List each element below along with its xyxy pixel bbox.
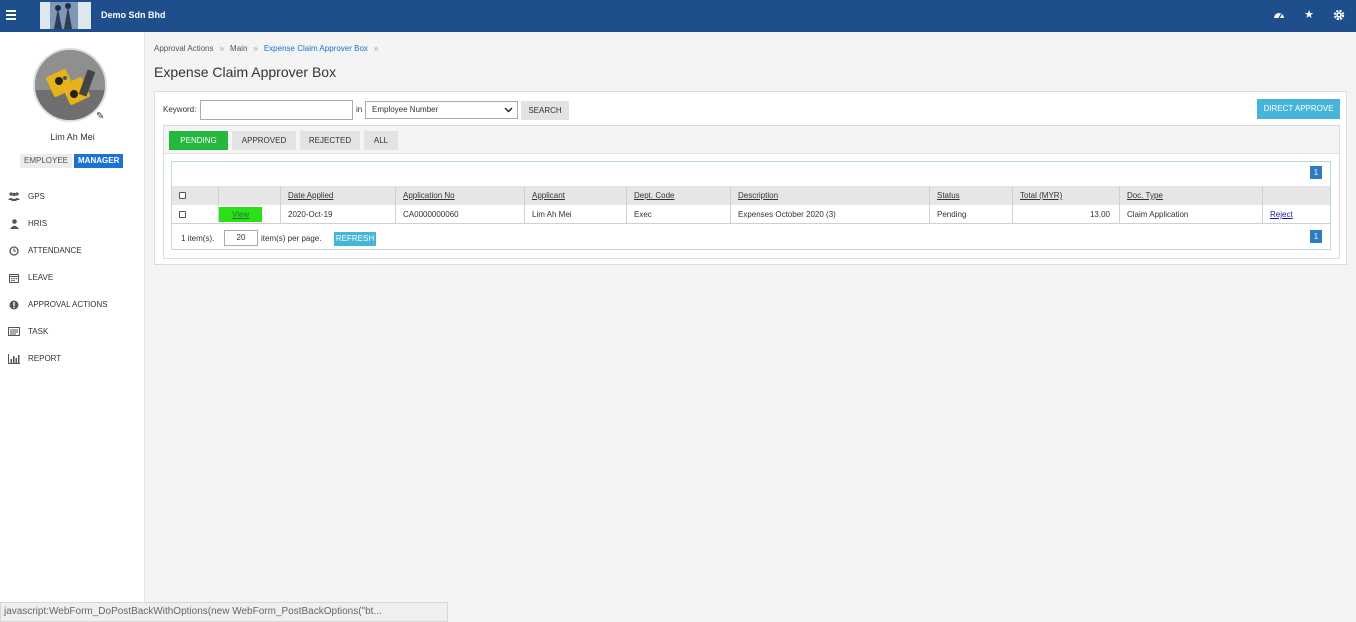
tab-rejected[interactable]: REJECTED xyxy=(300,131,360,150)
reject-cell: Reject xyxy=(1262,205,1330,224)
breadcrumb-item[interactable]: Approval Actions xyxy=(154,44,214,53)
breadcrumb-separator: » xyxy=(219,44,225,53)
edit-profile-icon[interactable]: ✎ xyxy=(96,111,104,122)
role-employee-button[interactable]: EMPLOYEE xyxy=(20,154,73,168)
direct-approve-button[interactable]: DIRECT APPROVE xyxy=(1257,99,1340,119)
claims-grid: 1 Date Applied Application No Applicant … xyxy=(171,161,1331,250)
refresh-button[interactable]: REFRESH xyxy=(334,232,376,246)
sidebar-item-hris[interactable]: HRIS xyxy=(0,210,145,237)
view-header xyxy=(218,186,280,205)
tab-approved[interactable]: APPROVED xyxy=(232,131,296,150)
sidebar-item-leave[interactable]: LEAVE xyxy=(0,264,145,291)
search-field-select[interactable]: Employee Number xyxy=(365,101,518,119)
row-select-cell xyxy=(172,205,218,224)
column-doc-type[interactable]: Doc. Type xyxy=(1119,186,1262,205)
cell-total: 13.00 xyxy=(1012,205,1119,224)
table-header-row: Date Applied Application No Applicant De… xyxy=(172,186,1330,205)
sidebar-item-task[interactable]: TASK xyxy=(0,318,145,345)
breadcrumb-item[interactable]: Main xyxy=(230,44,247,53)
sidebar-item-label: LEAVE xyxy=(28,273,54,282)
alert-icon xyxy=(7,300,21,310)
search-button[interactable]: SEARCH xyxy=(521,101,569,120)
sidebar-item-label: APPROVAL ACTIONS xyxy=(28,300,108,309)
dashboard-icon[interactable] xyxy=(1273,9,1285,21)
sidebar-menu: GPS HRIS ATTENDANCE LEAVE APPROVAL ACTIO… xyxy=(0,183,145,372)
search-field-value: Employee Number xyxy=(372,105,439,114)
cell-application-no: CA0000000060 xyxy=(395,205,524,224)
tab-bar: PENDING APPROVED REJECTED ALL xyxy=(164,126,1339,154)
per-page-label: item(s) per page. xyxy=(261,234,322,243)
tab-container: PENDING APPROVED REJECTED ALL 1 Date App… xyxy=(163,125,1340,259)
tab-all[interactable]: ALL xyxy=(364,131,398,150)
sidebar-item-label: ATTENDANCE xyxy=(28,246,82,255)
sidebar-item-label: TASK xyxy=(28,327,49,336)
select-all-cell xyxy=(172,186,218,205)
user-icon xyxy=(7,218,21,229)
cell-applicant: Lim Ah Mei xyxy=(524,205,626,224)
breadcrumb: Approval Actions » Main » Expense Claim … xyxy=(154,44,384,53)
company-logo[interactable] xyxy=(40,2,91,29)
chevron-down-icon xyxy=(504,102,513,123)
cell-date-applied: 2020-Oct-19 xyxy=(280,205,395,224)
browser-status-bar: javascript:WebForm_DoPostBackWithOptions… xyxy=(0,602,448,622)
gear-icon[interactable] xyxy=(1333,9,1345,21)
reject-link[interactable]: Reject xyxy=(1270,210,1293,219)
role-switcher: EMPLOYEE MANAGER xyxy=(20,154,124,168)
bar-chart-icon xyxy=(7,353,21,364)
keyword-label: Keyword: xyxy=(163,105,197,114)
row-checkbox[interactable] xyxy=(179,211,186,219)
column-applicant[interactable]: Applicant xyxy=(524,186,626,205)
sidebar-item-label: HRIS xyxy=(28,219,48,228)
breadcrumb-item-current[interactable]: Expense Claim Approver Box xyxy=(264,44,368,53)
cell-status: Pending xyxy=(929,205,1012,224)
sidebar: ✎ Lim Ah Mei EMPLOYEE MANAGER GPS HRIS A… xyxy=(0,32,145,622)
column-total[interactable]: Total (MYR) xyxy=(1012,186,1119,205)
top-navbar: Demo Sdn Bhd ★ xyxy=(0,0,1356,32)
sidebar-item-approval-actions[interactable]: APPROVAL ACTIONS xyxy=(0,291,145,318)
cell-dept-code: Exec xyxy=(626,205,730,224)
menu-icon[interactable] xyxy=(6,10,16,20)
grid-footer: 1 item(s). 20 item(s) per page. REFRESH xyxy=(172,229,1330,249)
column-dept-code[interactable]: Dept. Code xyxy=(626,186,730,205)
calendar-icon xyxy=(7,273,21,283)
page-size-input[interactable]: 20 xyxy=(224,230,258,246)
breadcrumb-separator: » xyxy=(373,44,379,53)
sidebar-item-gps[interactable]: GPS xyxy=(0,183,145,210)
column-date-applied[interactable]: Date Applied xyxy=(280,186,395,205)
tab-pending[interactable]: PENDING xyxy=(169,131,228,150)
view-link[interactable]: View xyxy=(219,207,263,222)
sidebar-item-label: REPORT xyxy=(28,354,62,363)
pager-page-button[interactable]: 1 xyxy=(1310,230,1322,243)
breadcrumb-separator: » xyxy=(253,44,258,53)
select-all-checkbox[interactable] xyxy=(179,192,186,200)
pager-page-button[interactable]: 1 xyxy=(1310,166,1322,179)
column-status[interactable]: Status xyxy=(929,186,1012,205)
keyword-input[interactable] xyxy=(200,100,353,120)
column-description[interactable]: Description xyxy=(730,186,929,205)
company-name: Demo Sdn Bhd xyxy=(101,10,166,20)
cell-description: Expenses October 2020 (3) xyxy=(730,205,929,224)
sidebar-item-attendance[interactable]: ATTENDANCE xyxy=(0,237,145,264)
role-manager-button[interactable]: MANAGER xyxy=(74,154,124,168)
page-title: Expense Claim Approver Box xyxy=(154,64,337,80)
view-cell: View xyxy=(218,205,280,224)
approver-panel: Keyword: in Employee Number SEARCH DIREC… xyxy=(154,91,1347,265)
cell-doc-type: Claim Application xyxy=(1119,205,1262,224)
sidebar-item-report[interactable]: REPORT xyxy=(0,345,145,372)
table-row: View 2020-Oct-19 CA0000000060 Lim Ah Mei… xyxy=(172,205,1330,224)
star-icon[interactable]: ★ xyxy=(1303,9,1315,21)
item-count: 1 item(s). xyxy=(181,234,215,243)
actions-header xyxy=(1262,186,1330,205)
in-label: in xyxy=(356,105,363,114)
list-icon xyxy=(7,327,21,337)
column-application-no[interactable]: Application No xyxy=(395,186,524,205)
users-icon xyxy=(7,192,21,202)
sidebar-item-label: GPS xyxy=(28,192,45,201)
user-name: Lim Ah Mei xyxy=(50,132,95,142)
clock-icon xyxy=(7,245,21,256)
